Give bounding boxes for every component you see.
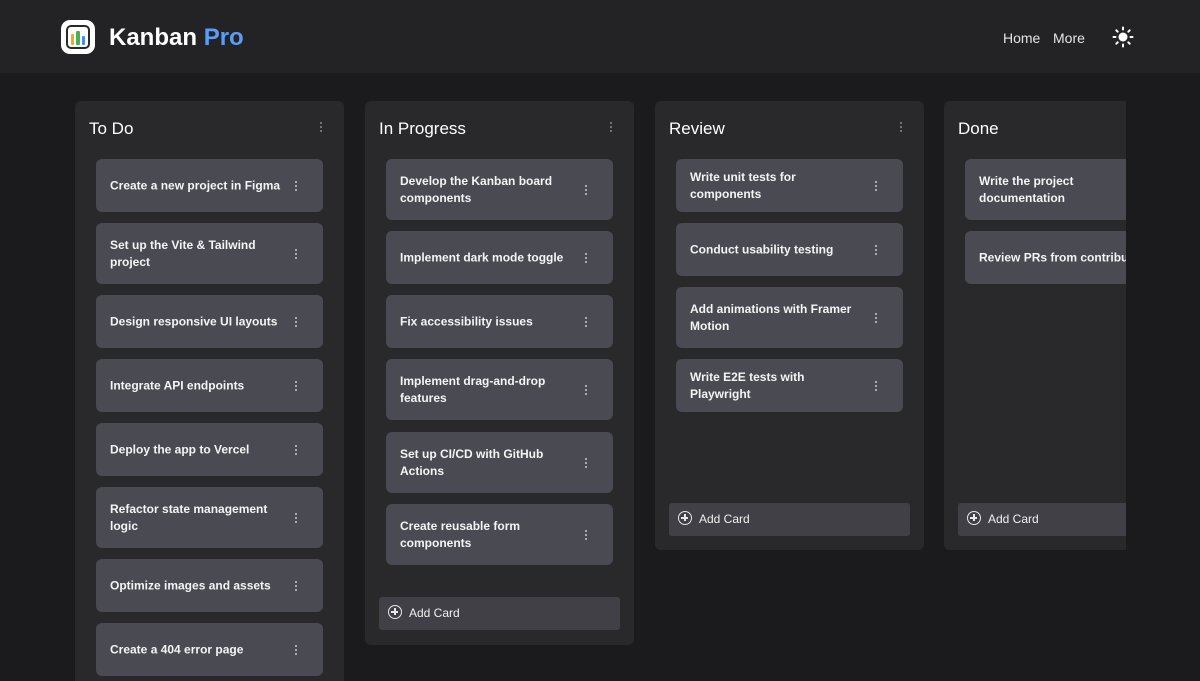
card-title: Create reusable form components [400, 518, 521, 550]
task-card[interactable]: Create a 404 error page [96, 623, 323, 676]
card-title: Set up CI/CD with GitHub Actions [400, 446, 544, 478]
column-title: To Do [89, 119, 134, 138]
card-title: Write the project documentation [979, 173, 1074, 205]
task-card[interactable]: Deploy the app to Vercel [96, 423, 323, 476]
task-card[interactable]: Fix accessibility issues [386, 295, 613, 348]
task-card[interactable]: Review PRs from contributors [965, 231, 1126, 284]
column-menu-icon[interactable] [319, 122, 323, 132]
add-card-button[interactable]: Add Card [379, 597, 620, 630]
card-menu-icon[interactable] [874, 380, 878, 391]
card-menu-icon[interactable] [294, 644, 298, 655]
card-menu-icon[interactable] [294, 512, 298, 523]
card-menu-icon[interactable] [874, 180, 878, 191]
task-card[interactable]: Add animations with Framer Motion [676, 287, 903, 348]
add-card-button[interactable]: Add Card [669, 503, 910, 536]
card-title: Implement dark mode toggle [400, 250, 564, 264]
column-title: Review [669, 119, 725, 138]
card-menu-icon[interactable] [874, 244, 878, 255]
brand-name: Kanban [109, 24, 198, 51]
card-menu-icon[interactable] [294, 180, 298, 191]
card-title: Refactor state management logic [110, 501, 268, 533]
card-menu-icon[interactable] [584, 316, 588, 327]
task-card[interactable]: Develop the Kanban board components [386, 159, 613, 220]
card-menu-icon[interactable] [874, 312, 878, 323]
card-title: Create a 404 error page [110, 642, 244, 656]
card-title: Create a new project in Figma [110, 178, 281, 192]
plus-circle-icon [678, 511, 692, 525]
plus-circle-icon [967, 511, 981, 525]
column-review: Review Write unit tests for components C… [655, 101, 924, 550]
task-card[interactable]: Optimize images and assets [96, 559, 323, 612]
card-menu-icon[interactable] [294, 444, 298, 455]
card-title: Conduct usability testing [690, 242, 834, 256]
plus-circle-icon [388, 605, 402, 619]
task-card[interactable]: Design responsive UI layouts [96, 295, 323, 348]
card-title: Write E2E tests with Playwright [690, 369, 805, 401]
column-in-progress: In Progress Develop the Kanban board com… [365, 101, 634, 645]
task-card[interactable]: Integrate API endpoints [96, 359, 323, 412]
card-title: Set up the Vite & Tailwind project [110, 237, 256, 269]
task-card[interactable]: Implement dark mode toggle [386, 231, 613, 284]
card-menu-icon[interactable] [584, 529, 588, 540]
add-card-label: Add Card [699, 512, 750, 526]
card-title: Write unit tests for components [690, 169, 796, 201]
kanban-board: To Do Create a new project in Figma Set … [0, 73, 1126, 681]
task-card[interactable]: Write E2E tests with Playwright [676, 359, 903, 412]
card-title: Design responsive UI layouts [110, 314, 278, 328]
sun-icon[interactable] [1112, 26, 1134, 48]
card-title: Deploy the app to Vercel [110, 442, 250, 456]
card-menu-icon[interactable] [294, 580, 298, 591]
task-card[interactable]: Refactor state management logic [96, 487, 323, 548]
column-menu-icon[interactable] [899, 122, 903, 132]
card-title: Review PRs from contributors [979, 250, 1126, 264]
kanban-logo-icon[interactable] [61, 20, 95, 54]
card-menu-icon[interactable] [294, 380, 298, 391]
card-menu-icon[interactable] [294, 248, 298, 259]
column-title: In Progress [379, 119, 466, 138]
card-title: Integrate API endpoints [110, 378, 245, 392]
task-card[interactable]: Set up CI/CD with GitHub Actions [386, 432, 613, 493]
brand-accent: Pro [203, 24, 244, 51]
task-card[interactable]: Write the project documentation [965, 159, 1126, 220]
add-card-label: Add Card [409, 606, 460, 620]
card-title: Add animations with Framer Motion [690, 301, 852, 333]
task-card[interactable]: Implement drag-and-drop features [386, 359, 613, 420]
card-menu-icon[interactable] [294, 316, 298, 327]
task-card[interactable]: Write unit tests for components [676, 159, 903, 212]
card-title: Optimize images and assets [110, 578, 271, 592]
card-title: Develop the Kanban board components [400, 173, 553, 205]
column-todo: To Do Create a new project in Figma Set … [75, 101, 344, 681]
card-menu-icon[interactable] [584, 252, 588, 263]
card-menu-icon[interactable] [584, 384, 588, 395]
column-done: Done Write the project documentation Rev… [944, 101, 1126, 550]
task-card[interactable]: Create reusable form components [386, 504, 613, 565]
card-menu-icon[interactable] [584, 184, 588, 195]
nav-more-link[interactable]: More [1053, 29, 1085, 47]
top-navbar: Kanban Pro Home More [0, 0, 1200, 73]
card-menu-icon[interactable] [584, 457, 588, 468]
column-menu-icon[interactable] [609, 122, 613, 132]
task-card[interactable]: Set up the Vite & Tailwind project [96, 223, 323, 284]
column-title: Done [958, 119, 999, 138]
card-title: Fix accessibility issues [400, 314, 533, 328]
add-card-button[interactable]: Add Card [958, 503, 1126, 536]
add-card-label: Add Card [988, 512, 1039, 526]
task-card[interactable]: Conduct usability testing [676, 223, 903, 276]
task-card[interactable]: Create a new project in Figma [96, 159, 323, 212]
nav-home-link[interactable]: Home [1003, 29, 1040, 47]
brand-title[interactable]: Kanban Pro [109, 24, 244, 52]
card-title: Implement drag-and-drop features [400, 373, 546, 405]
